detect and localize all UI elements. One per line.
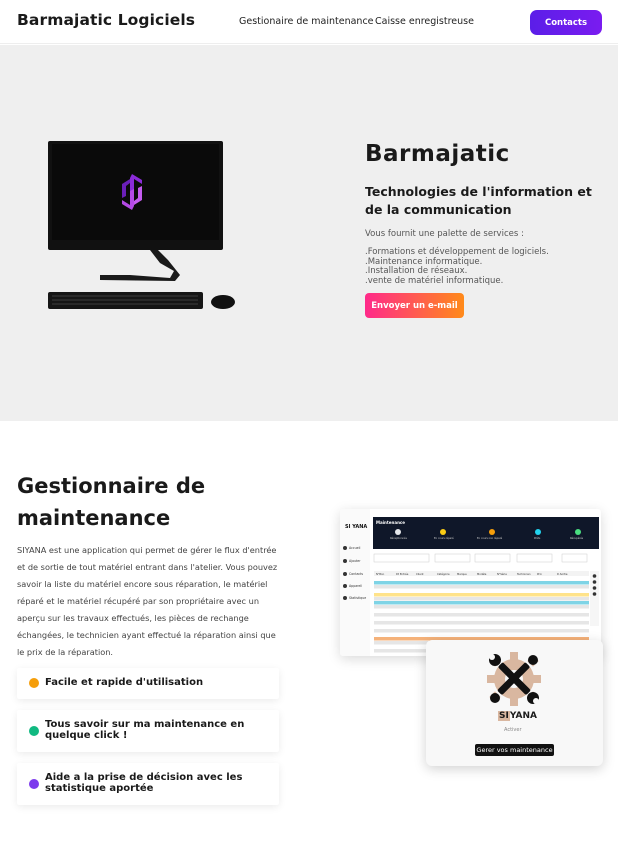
siyana-brand-text: SIYANA bbox=[498, 711, 537, 721]
siyana-brand-si: SI bbox=[498, 711, 510, 721]
svg-text:En cours non réparé: En cours non réparé bbox=[477, 536, 503, 540]
maintenance-description: SIYANA est une application qui permet de… bbox=[17, 545, 278, 657]
chart-icon bbox=[29, 779, 39, 789]
svg-text:Accueil: Accueil bbox=[349, 546, 360, 550]
app-header bbox=[373, 517, 599, 549]
svg-text:Technicien: Technicien bbox=[517, 572, 531, 576]
feature-label: Aide a la prise de décision avec les sta… bbox=[45, 772, 243, 794]
svg-text:Contacts: Contacts bbox=[349, 572, 363, 576]
app-logo-text: SI YANA bbox=[345, 524, 367, 530]
top-navbar: Barmajatic Logiciels Gestionaire de main… bbox=[0, 0, 618, 44]
contacts-button[interactable]: Contacts bbox=[530, 10, 602, 35]
feature-card-stats: Aide a la prise de décision avec les sta… bbox=[17, 763, 279, 805]
siyana-brand-rest: YANA bbox=[509, 711, 537, 721]
brand-logo-text[interactable]: Barmajatic Logiciels bbox=[17, 11, 195, 29]
svg-text:Maintenance: Maintenance bbox=[376, 520, 405, 525]
svg-text:Prêts: Prêts bbox=[534, 536, 541, 540]
hero-services-list: .Formations et développement de logiciel… bbox=[365, 247, 549, 286]
svg-text:Statistique: Statistique bbox=[349, 596, 366, 600]
svg-text:D.Sortie: D.Sortie bbox=[557, 572, 568, 576]
feature-card-know: Tous savoir sur ma maintenance en quelqu… bbox=[17, 710, 279, 752]
service-item: .vente de matériel informatique. bbox=[365, 275, 504, 286]
svg-text:N°Série: N°Série bbox=[497, 572, 507, 576]
svg-text:Dt Entrée: Dt Entrée bbox=[396, 572, 409, 576]
manage-maintenance-button[interactable]: Gerer vos maintenance bbox=[475, 744, 554, 756]
svg-text:Apparell: Apparell bbox=[349, 584, 362, 588]
hero-section: Barmajatic Technologies de l'information… bbox=[0, 45, 618, 421]
computer-illustration bbox=[48, 141, 235, 309]
activate-label[interactable]: Activer bbox=[504, 727, 522, 733]
svg-text:Récupérés: Récupérés bbox=[570, 536, 584, 540]
feature-label: Facile et rapide d'utilisation bbox=[45, 677, 204, 688]
svg-text:Ajouter: Ajouter bbox=[349, 559, 361, 563]
svg-text:Prix: Prix bbox=[537, 572, 542, 576]
mouse bbox=[211, 295, 235, 309]
wrench-gear-icon bbox=[487, 652, 541, 706]
monitor-stand bbox=[100, 250, 180, 281]
svg-text:N°Bon: N°Bon bbox=[376, 572, 385, 576]
maintenance-title: Gestionnaire de maintenance bbox=[17, 474, 206, 530]
siyana-logo-card: SIYANA Activer Gerer vos maintenance bbox=[426, 640, 603, 766]
svg-text:Client: Client bbox=[416, 572, 424, 576]
hero-title: Barmajatic bbox=[365, 141, 510, 167]
send-email-button[interactable]: Envoyer un e-mail bbox=[365, 293, 464, 318]
refresh-icon bbox=[29, 726, 39, 736]
feature-card-easy: Facile et rapide d'utilisation bbox=[17, 668, 279, 699]
hero-subtitle: Technologies de l'information et de la c… bbox=[365, 184, 592, 217]
svg-text:En cours réparé: En cours réparé bbox=[434, 536, 454, 540]
monitor-screen bbox=[52, 144, 219, 240]
hero-intro-text: Vous fournit une palette de services : bbox=[365, 229, 524, 239]
svg-text:Marque: Marque bbox=[457, 572, 467, 576]
lightning-icon bbox=[29, 678, 39, 688]
app-preview-window: SI YANA Accueil Ajouter Contacts Apparel… bbox=[340, 509, 601, 656]
feature-label: Tous savoir sur ma maintenance en quelqu… bbox=[45, 719, 245, 741]
app-preview-screenshot: SI YANA Accueil Ajouter Contacts Apparel… bbox=[340, 509, 599, 656]
nav-link-caisse[interactable]: Caisse enregistreuse bbox=[375, 16, 474, 27]
svg-text:Réceptionnés: Réceptionnés bbox=[390, 536, 408, 540]
nav-link-maintenance[interactable]: Gestionaire de maintenance bbox=[239, 16, 374, 27]
svg-text:Catégorie: Catégorie bbox=[437, 572, 450, 576]
svg-text:Modèle: Modèle bbox=[477, 572, 487, 576]
